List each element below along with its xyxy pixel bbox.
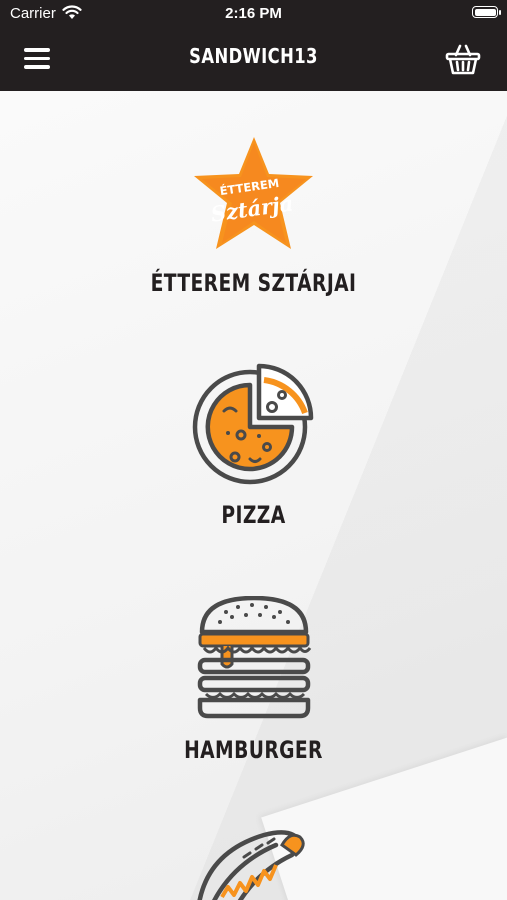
category-label: ÉTTEREM SZTÁRJAI — [150, 269, 357, 297]
category-label: HAMBURGER — [184, 736, 323, 764]
pizza-icon — [192, 363, 313, 485]
category-list: ÉTTEREM Sztárja ÉTTEREM SZTÁRJAI PIZZA H… — [0, 91, 507, 900]
basket-icon[interactable] — [445, 41, 481, 77]
clock: 2:16 PM — [225, 5, 282, 22]
category-etterem-sztarjai[interactable]: ÉTTEREM Sztárja ÉTTEREM SZTÁRJAI — [0, 135, 507, 297]
page-title: SANDWICH13 — [189, 44, 318, 68]
category-pizza[interactable]: PIZZA — [0, 363, 507, 529]
app-header: Carrier 2:16 PM SANDWICH13 — [0, 0, 507, 91]
battery-icon — [472, 6, 501, 18]
status-bar: Carrier 2:16 PM — [0, 0, 507, 28]
category-hamburger[interactable]: HAMBURGER — [0, 596, 507, 764]
hotdog-icon — [196, 830, 305, 900]
burger-icon — [197, 596, 311, 719]
category-hotdog[interactable] — [0, 823, 507, 900]
category-label: PIZZA — [221, 501, 286, 529]
star-badge-icon: ÉTTEREM Sztárja — [193, 137, 313, 249]
